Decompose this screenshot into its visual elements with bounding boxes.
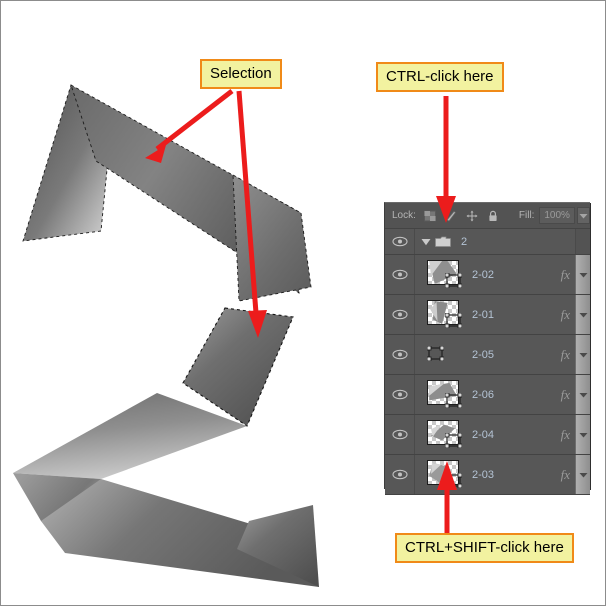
table-row[interactable]: 2-05 fx [385, 335, 590, 375]
lock-row: Lock: Fill: 100% [385, 203, 590, 229]
callout-ctrl-shift-click: CTRL+SHIFT-click here [395, 533, 574, 563]
layer-rows-container: 2-02 fx 2-01 fx 2-05 fx 2-06 fx 2-04 fx 2-03 fx [385, 255, 590, 495]
layer-name: 2-02 [472, 268, 495, 281]
layer-fx-expand-chevron-icon[interactable] [575, 335, 590, 374]
layer-fx-expand-chevron-icon[interactable] [575, 295, 590, 334]
layer-thumbnail[interactable] [426, 340, 465, 369]
table-row[interactable]: 2-04 fx [385, 415, 590, 455]
layer-name: 2-01 [472, 308, 495, 321]
layer-visibility-toggle[interactable] [385, 455, 415, 494]
callout-selection: Selection [200, 59, 282, 89]
transform-bounds-icon [444, 472, 463, 489]
layer-visibility-toggle[interactable] [385, 335, 415, 374]
group-disclosure-triangle-icon[interactable] [418, 238, 434, 246]
fill-dropdown-chevron-icon[interactable] [576, 207, 590, 224]
layer-thumbnail[interactable] [427, 420, 465, 449]
callout-ctrl-click: CTRL-click here [376, 62, 504, 92]
layer-fx-badge[interactable]: fx [561, 467, 570, 483]
layer-thumbnail[interactable] [427, 380, 465, 409]
table-row[interactable]: 2-02 fx [385, 255, 590, 295]
layer-name: 2-05 [472, 348, 495, 361]
shape-selected-quad [182, 307, 294, 427]
layer-fx-badge[interactable]: fx [561, 267, 570, 283]
layer-fx-badge[interactable]: fx [561, 387, 570, 403]
transform-bounds-icon [444, 392, 463, 409]
lock-all-icon[interactable] [487, 210, 499, 222]
layer-name: 2-03 [472, 468, 495, 481]
layer-visibility-toggle[interactable] [385, 295, 415, 334]
layer-group-row[interactable]: 2 [385, 229, 590, 255]
layer-visibility-toggle[interactable] [385, 375, 415, 414]
layer-name: 2-06 [472, 388, 495, 401]
layers-panel[interactable]: Lock: Fill: 100% 2 2-02 fx 2-01 fx 2-05 … [384, 202, 590, 495]
panel-scrollbar-track[interactable] [575, 229, 590, 254]
lock-label: Lock: [392, 210, 416, 221]
transform-bounds-icon [426, 345, 445, 362]
layer-fx-expand-chevron-icon[interactable] [575, 255, 590, 294]
folder-icon [435, 236, 451, 248]
layer-visibility-toggle[interactable] [385, 255, 415, 294]
transform-bounds-icon [444, 312, 463, 329]
lock-transparent-pixels-icon[interactable] [423, 210, 436, 222]
fill-label: Fill: [518, 210, 535, 221]
layer-fx-expand-chevron-icon[interactable] [575, 375, 590, 414]
layer-thumbnail[interactable] [427, 260, 465, 289]
table-row[interactable]: 2-06 fx [385, 375, 590, 415]
layer-fx-badge[interactable]: fx [561, 347, 570, 363]
transform-bounds-icon [444, 432, 463, 449]
layer-name: 2-04 [472, 428, 495, 441]
lock-image-pixels-icon[interactable] [445, 210, 457, 222]
shape-lower-fold-top [13, 393, 247, 479]
screenshot-root: Lock: Fill: 100% 2 2-02 fx 2-01 fx 2-05 … [0, 0, 606, 606]
layer-fx-badge[interactable]: fx [561, 307, 570, 323]
layer-thumbnail[interactable] [427, 460, 465, 489]
layer-thumbnail[interactable] [427, 300, 465, 329]
layer-group-name: 2 [461, 235, 468, 248]
table-row[interactable]: 2-03 fx [385, 455, 590, 495]
layer-fx-expand-chevron-icon[interactable] [575, 455, 590, 494]
table-row[interactable]: 2-01 fx [385, 295, 590, 335]
lock-position-icon[interactable] [466, 210, 478, 222]
transform-bounds-icon [444, 272, 463, 289]
fill-value-input[interactable]: 100% [539, 207, 575, 224]
group-visibility-toggle[interactable] [385, 229, 415, 254]
layer-fx-expand-chevron-icon[interactable] [575, 415, 590, 454]
shape-upper-right-wedge [232, 174, 312, 302]
layer-fx-badge[interactable]: fx [561, 427, 570, 443]
layer-visibility-toggle[interactable] [385, 415, 415, 454]
